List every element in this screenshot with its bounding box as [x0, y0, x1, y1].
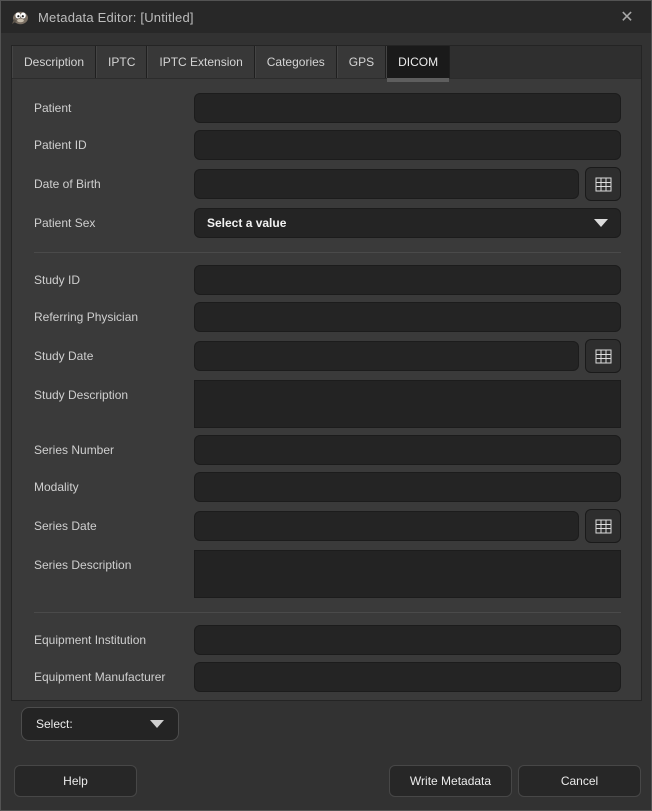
section-separator — [34, 252, 621, 253]
close-icon: ✕ — [620, 7, 633, 27]
modality-input[interactable] — [194, 472, 621, 502]
series-date-input[interactable] — [194, 511, 579, 541]
help-button[interactable]: Help — [14, 765, 137, 797]
metadata-editor-dialog: Metadata Editor: [Untitled] ✕ Descriptio… — [0, 0, 652, 811]
titlebar: Metadata Editor: [Untitled] ✕ — [1, 1, 651, 33]
study-date-input[interactable] — [194, 341, 579, 371]
calendar-grid-icon — [595, 519, 612, 534]
tab-label: GPS — [349, 55, 374, 69]
tab-label: DICOM — [398, 55, 438, 69]
tab-gps[interactable]: GPS — [337, 46, 386, 78]
tab-label: IPTC — [108, 55, 135, 69]
tab-label: Description — [24, 55, 84, 69]
form-row-modality: Modality — [23, 472, 621, 502]
study-id-input[interactable] — [194, 265, 621, 295]
field-label-patient-sex: Patient Sex — [23, 216, 194, 230]
field-label-series-date: Series Date — [23, 519, 194, 533]
field-label-patient-id: Patient ID — [23, 138, 194, 152]
tab-dicom[interactable]: DICOM — [386, 46, 450, 78]
equipment-manufacturer-input[interactable] — [194, 662, 621, 692]
tab-bar: Description IPTC IPTC Extension Categories G… — [12, 46, 641, 79]
form-row-patient-sex: Patient Sex Select a value — [23, 208, 621, 238]
chevron-down-icon — [594, 219, 608, 227]
study-description-textarea[interactable] — [194, 380, 621, 428]
dicom-form: Patient Patient ID Date of Birth Patient Se… — [12, 79, 641, 701]
close-button[interactable]: ✕ — [613, 3, 641, 31]
field-label-study-id: Study ID — [23, 273, 194, 287]
field-label-modality: Modality — [23, 480, 194, 494]
patient-sex-dropdown-value: Select a value — [207, 216, 286, 230]
field-label-study-date: Study Date — [23, 349, 194, 363]
tab-iptc[interactable]: IPTC — [96, 46, 147, 78]
tab-description[interactable]: Description — [12, 46, 96, 78]
form-row-patient: Patient — [23, 93, 621, 123]
date-of-birth-calendar-button[interactable] — [585, 167, 621, 201]
field-label-referring-physician: Referring Physician — [23, 310, 194, 324]
tab-label: IPTC Extension — [159, 55, 242, 69]
gimp-wilber-icon — [11, 9, 29, 25]
form-row-series-number: Series Number — [23, 435, 621, 465]
series-description-textarea[interactable] — [194, 550, 621, 598]
write-metadata-button[interactable]: Write Metadata — [389, 765, 512, 797]
form-row-patient-id: Patient ID — [23, 130, 621, 160]
series-date-date-group — [194, 509, 621, 543]
form-row-referring-physician: Referring Physician — [23, 302, 621, 332]
calendar-grid-icon — [595, 349, 612, 364]
referring-physician-input[interactable] — [194, 302, 621, 332]
field-label-series-number: Series Number — [23, 443, 194, 457]
patient-id-input[interactable] — [194, 130, 621, 160]
field-label-study-description: Study Description — [23, 380, 194, 402]
tab-iptc-extension[interactable]: IPTC Extension — [147, 46, 254, 78]
select-dropdown-label: Select: — [36, 717, 73, 731]
cancel-button[interactable]: Cancel — [518, 765, 641, 797]
date-of-birth-input[interactable] — [194, 169, 579, 199]
form-row-date-of-birth: Date of Birth — [23, 167, 621, 201]
select-dropdown[interactable]: Select: — [21, 707, 179, 741]
form-row-series-description: Series Description — [23, 550, 621, 598]
study-date-calendar-button[interactable] — [585, 339, 621, 373]
tab-categories[interactable]: Categories — [255, 46, 337, 78]
form-row-study-id: Study ID — [23, 265, 621, 295]
field-label-equipment-manufacturer: Equipment Manufacturer — [23, 670, 194, 684]
calendar-grid-icon — [595, 177, 612, 192]
patient-input[interactable] — [194, 93, 621, 123]
form-row-study-date: Study Date — [23, 339, 621, 373]
field-label-equipment-institution: Equipment Institution — [23, 633, 194, 647]
date-of-birth-date-group — [194, 167, 621, 201]
metadata-notebook: Description IPTC IPTC Extension Categories G… — [11, 45, 642, 701]
tab-label: Categories — [267, 55, 325, 69]
form-row-study-description: Study Description — [23, 380, 621, 428]
series-number-input[interactable] — [194, 435, 621, 465]
equipment-institution-input[interactable] — [194, 625, 621, 655]
form-row-equipment-manufacturer: Equipment Manufacturer — [23, 662, 621, 692]
chevron-down-icon — [150, 720, 164, 728]
study-date-date-group — [194, 339, 621, 373]
section-separator — [34, 612, 621, 613]
series-date-calendar-button[interactable] — [585, 509, 621, 543]
patient-sex-dropdown[interactable]: Select a value — [194, 208, 621, 238]
form-row-equipment-institution: Equipment Institution — [23, 625, 621, 655]
field-label-series-description: Series Description — [23, 550, 194, 572]
form-row-series-date: Series Date — [23, 509, 621, 543]
field-label-date-of-birth: Date of Birth — [23, 177, 194, 191]
field-label-patient: Patient — [23, 101, 194, 115]
window-title: Metadata Editor: [Untitled] — [38, 10, 194, 25]
